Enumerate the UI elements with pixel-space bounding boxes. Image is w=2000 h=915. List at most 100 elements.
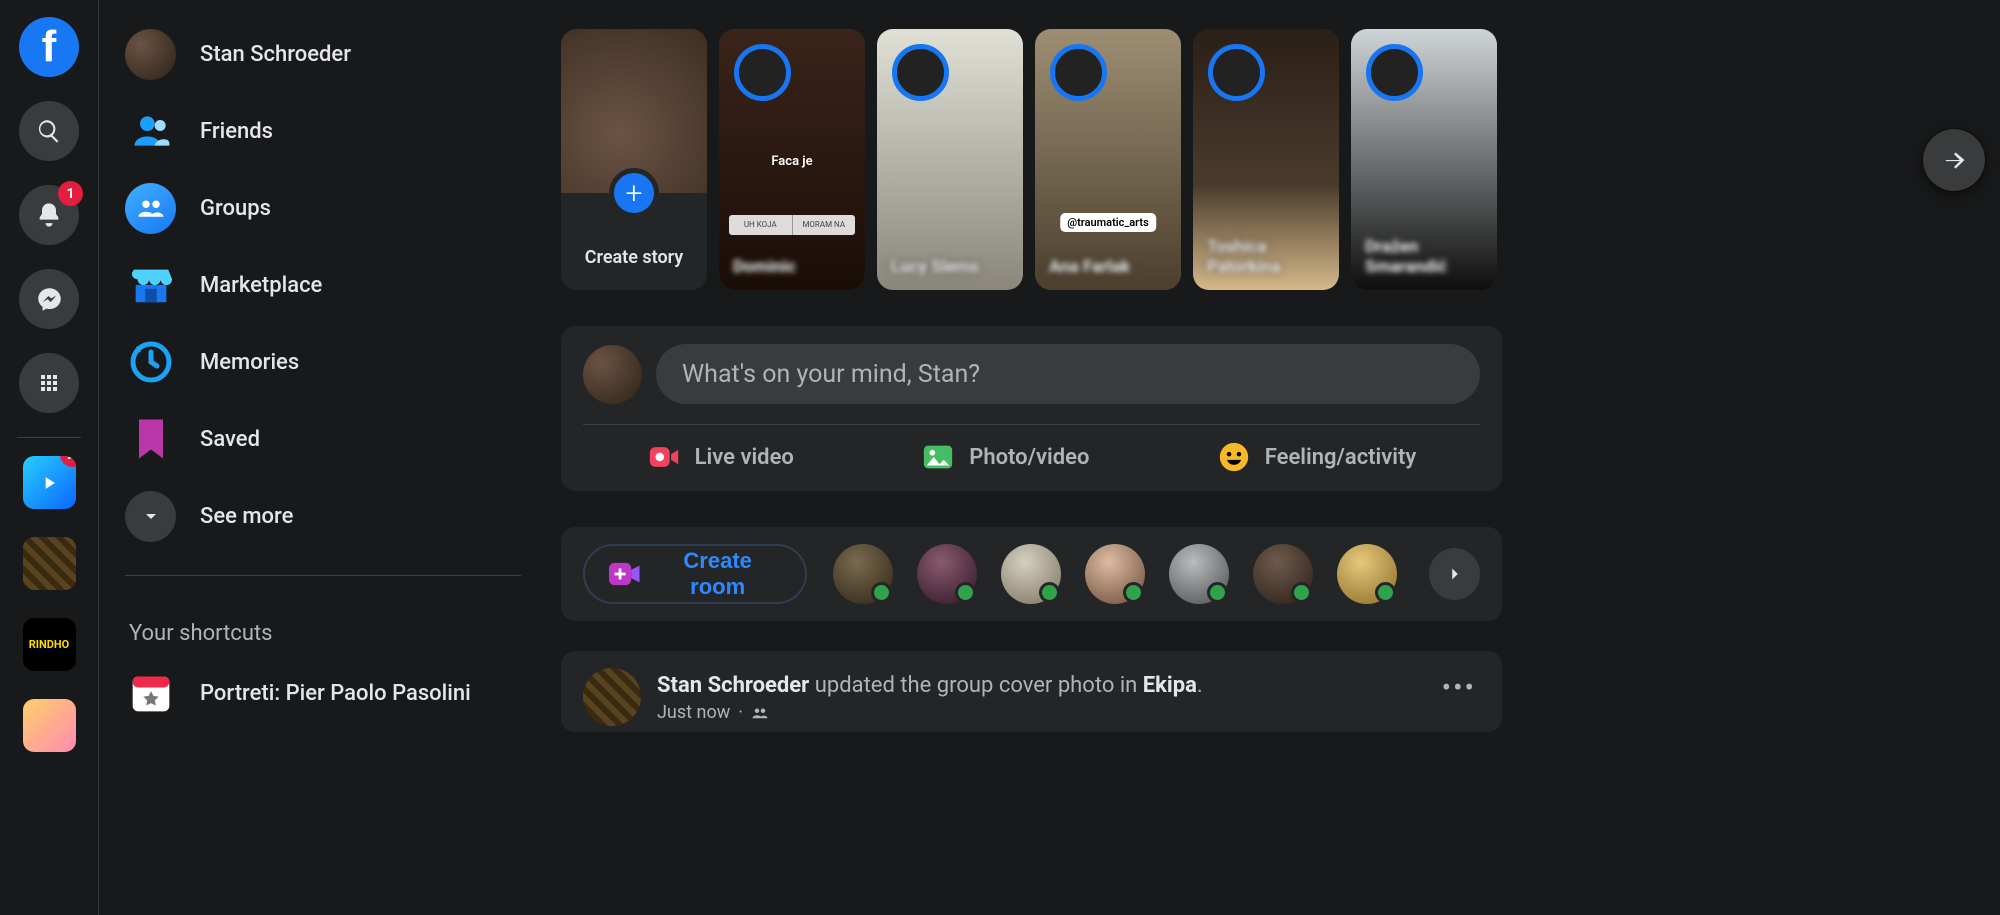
story-user: Ana Farlak [1049, 257, 1167, 277]
room-camera-icon [609, 561, 642, 587]
sidebar-profile[interactable]: Stan Schroeder [125, 24, 521, 84]
sidebar-friends[interactable]: Friends [125, 101, 521, 161]
shortcut-label: Portreti: Pier Paolo Pasolini [200, 681, 471, 706]
stories-row: + Create story Faca je UH KOJAMORAM NA D… [561, 29, 2000, 290]
room-avatar[interactable] [1169, 544, 1229, 604]
live-video-label: Live video [695, 445, 794, 470]
story-caption: @traumatic_arts [1060, 213, 1156, 232]
groups-icon [125, 183, 176, 234]
post-author[interactable]: Stan Schroeder [657, 673, 809, 698]
shortcuts-header: Your shortcuts [125, 621, 521, 646]
left-sidebar: Stan Schroeder Friends Groups Marketplac… [99, 0, 561, 915]
rail-shortcut-grindho-label: RINDHO [29, 638, 70, 651]
plus-icon: + [609, 168, 659, 218]
sidebar-marketplace-label: Marketplace [200, 273, 322, 298]
shortcut-item[interactable]: Portreti: Pier Paolo Pasolini [125, 663, 521, 723]
messenger-icon [36, 286, 63, 313]
rail-separator [17, 437, 81, 438]
rooms-list [833, 544, 1397, 604]
facebook-logo[interactable]: f [19, 17, 79, 77]
sidebar-saved-label: Saved [200, 427, 260, 452]
create-room-button[interactable]: Create room [583, 544, 807, 604]
story-caption: Faca je [719, 154, 865, 169]
feed: + Create story Faca je UH KOJAMORAM NA D… [561, 0, 2000, 915]
post-group[interactable]: Ekipa [1143, 673, 1197, 698]
room-avatar[interactable] [1001, 544, 1061, 604]
sidebar-groups[interactable]: Groups [125, 178, 521, 238]
rooms-card: Create room [561, 527, 1502, 621]
photo-video-button[interactable]: Photo/video [921, 440, 1089, 474]
play-icon [39, 473, 59, 493]
post-avatar[interactable] [583, 668, 641, 726]
messenger-button[interactable] [19, 269, 79, 329]
room-avatar[interactable] [833, 544, 893, 604]
story-avatar [1208, 44, 1265, 101]
notifications-button[interactable]: 1 [19, 185, 79, 245]
photo-icon [921, 440, 955, 474]
composer-input[interactable]: What's on your mind, Stan? [656, 344, 1480, 404]
apps-button[interactable] [19, 353, 79, 413]
feeling-button[interactable]: Feeling/activity [1217, 440, 1417, 474]
live-icon [647, 440, 681, 474]
chevron-right-icon [1444, 563, 1466, 585]
story-card[interactable]: Faca je UH KOJAMORAM NA Dominic [719, 29, 865, 290]
sidebar-friends-label: Friends [200, 119, 273, 144]
feeling-icon [1217, 440, 1251, 474]
story-avatar [892, 44, 949, 101]
rail-shortcut-3[interactable] [23, 699, 76, 752]
sidebar-see-more-label: See more [200, 504, 293, 529]
grid-icon [37, 371, 61, 395]
saved-icon [125, 414, 176, 465]
story-user: Dražen Smarandić [1365, 237, 1483, 277]
room-avatar[interactable] [1337, 544, 1397, 604]
live-video-button[interactable]: Live video [647, 440, 794, 474]
sidebar-memories[interactable]: Memories [125, 332, 521, 392]
story-card[interactable]: @traumatic_arts Ana Farlak [1035, 29, 1181, 290]
friends-icon [125, 106, 176, 157]
story-card[interactable]: Toshica Patorkina [1193, 29, 1339, 290]
post-action-text: updated the group cover photo in [815, 673, 1138, 698]
members-icon [751, 704, 769, 722]
story-avatar [1366, 44, 1423, 101]
rail-shortcut-1[interactable] [23, 537, 76, 590]
feed-post: Stan Schroeder updated the group cover p… [561, 651, 1502, 732]
post-headline: Stan Schroeder updated the group cover p… [657, 671, 1203, 701]
post-period: . [1197, 673, 1203, 698]
create-room-label: Create room [654, 548, 781, 600]
room-avatar[interactable] [917, 544, 977, 604]
chevron-down-icon [125, 491, 176, 542]
feeling-label: Feeling/activity [1265, 445, 1417, 470]
icon-rail: f 1 9+ RINDHO [0, 0, 99, 915]
notifications-badge: 1 [58, 181, 83, 206]
arrow-right-icon [1940, 146, 1968, 174]
story-user: Dominic [733, 257, 851, 277]
composer-card: What's on your mind, Stan? Live video Ph… [561, 326, 1502, 491]
post-menu-button[interactable]: ••• [1442, 671, 1476, 704]
sidebar-memories-label: Memories [200, 350, 299, 375]
search-icon [36, 118, 62, 144]
story-avatar [1050, 44, 1107, 101]
room-avatar[interactable] [1085, 544, 1145, 604]
story-avatar [734, 44, 791, 101]
rooms-next-button[interactable] [1429, 548, 1480, 600]
create-story-card[interactable]: + Create story [561, 29, 707, 290]
sidebar-see-more[interactable]: See more [125, 486, 521, 546]
watch-shortcut[interactable]: 9+ [23, 456, 76, 509]
story-card[interactable]: Dražen Smarandić [1351, 29, 1497, 290]
post-time: Just now [657, 702, 730, 723]
search-button[interactable] [19, 101, 79, 161]
stories-next-button[interactable] [1923, 129, 1985, 191]
composer-avatar[interactable] [583, 345, 642, 404]
rail-shortcut-grindho[interactable]: RINDHO [23, 618, 76, 671]
create-story-label: Create story [585, 247, 683, 268]
story-user: Toshica Patorkina [1207, 237, 1325, 277]
sidebar-saved[interactable]: Saved [125, 409, 521, 469]
calendar-icon [125, 668, 176, 719]
sidebar-marketplace[interactable]: Marketplace [125, 255, 521, 315]
photo-video-label: Photo/video [969, 445, 1089, 470]
watch-badge: 9+ [60, 456, 76, 467]
profile-avatar [125, 29, 176, 80]
story-card[interactable]: Lucy Slems [877, 29, 1023, 290]
room-avatar[interactable] [1253, 544, 1313, 604]
sidebar-groups-label: Groups [200, 196, 271, 221]
